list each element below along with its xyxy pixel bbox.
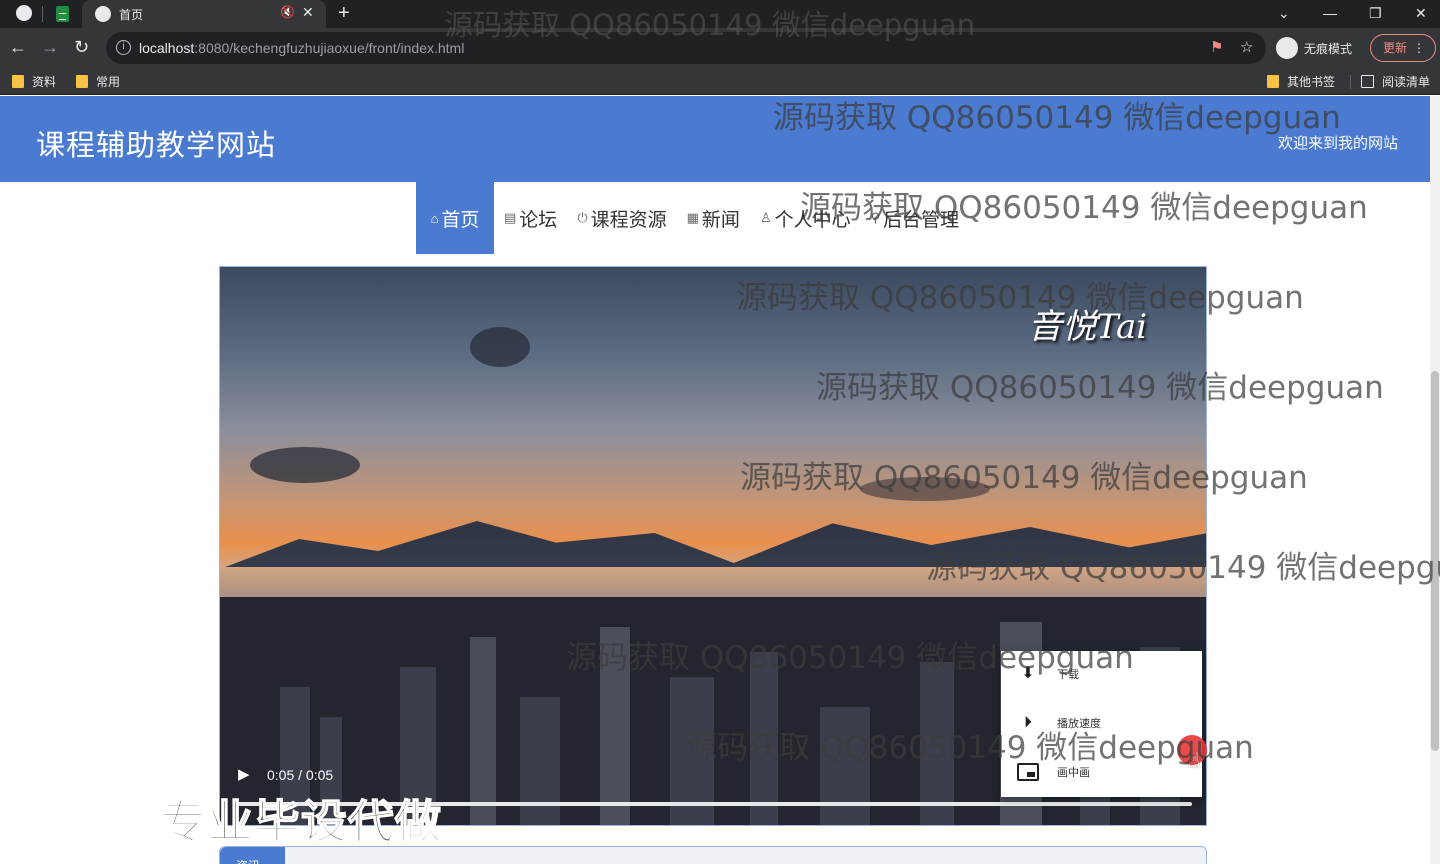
bookmark-star-icon[interactable]: ☆ xyxy=(1240,38,1253,56)
nav-label: 论坛 xyxy=(519,209,558,231)
back-icon[interactable]: ← xyxy=(9,36,27,58)
nav-item-home[interactable]: ⌂ 首页 xyxy=(416,182,494,254)
news-icon: ▦ xyxy=(686,210,699,225)
bookmark-label: 阅读清单 xyxy=(1382,75,1431,89)
folder-icon xyxy=(12,75,24,88)
bookmark-label: 其他书签 xyxy=(1287,75,1336,89)
video-cloud xyxy=(470,327,530,367)
menu-icon[interactable]: ⋮ xyxy=(1413,35,1425,61)
browser-tab-active[interactable]: 首页 🔇 ✕ xyxy=(82,0,326,28)
watermark-text: 源码获取 QQ86050149 微信deepguan xyxy=(686,730,1254,766)
watermark-text: 源码获取 QQ86050149 微信deepguan xyxy=(736,280,1304,316)
watermark-text: 源码获取 QQ86050149 微信deepguan xyxy=(740,460,1308,496)
watermark-text: 源码获取 QQ86050149 微信deepguan xyxy=(926,550,1440,586)
watermark-text: 源码获取 QQ86050149 微信deepguan xyxy=(444,8,976,42)
incognito-icon xyxy=(1276,37,1298,59)
sheets-icon[interactable] xyxy=(56,6,69,22)
bookmark-label: 资料 xyxy=(32,75,57,89)
folder-icon xyxy=(1267,75,1279,88)
play-icon[interactable]: ▶ xyxy=(238,765,250,783)
home-icon: ⌂ xyxy=(430,210,439,226)
user-icon: ♙ xyxy=(759,210,772,225)
site-info-icon[interactable]: i xyxy=(116,40,131,55)
watermark-text: 源码获取 QQ86050149 微信deepguan xyxy=(800,190,1368,226)
promo-overlay-text: 专业毕设代做 xyxy=(159,794,442,850)
new-tab-button[interactable]: + xyxy=(338,0,350,26)
forward-icon[interactable]: → xyxy=(41,36,59,58)
incognito-indicator[interactable]: 无痕模式 xyxy=(1276,34,1352,62)
blocked-icon[interactable]: ⚑ xyxy=(1210,38,1223,56)
globe-icon xyxy=(95,6,111,22)
watermark-text: 源码获取 QQ86050149 微信deepguan xyxy=(773,100,1341,136)
tab-title: 首页 xyxy=(119,8,144,22)
other-bookmarks[interactable]: 其他书签 xyxy=(1267,73,1335,90)
update-button[interactable]: 更新 ⋮ xyxy=(1370,34,1436,62)
nav-label: 首页 xyxy=(441,209,480,231)
site-title: 课程辅助教学网站 xyxy=(36,130,277,162)
watermark-text: 源码获取 QQ86050149 微信deepguan xyxy=(816,370,1384,406)
nav-label: 课程资源 xyxy=(590,209,667,231)
video-time: 0:05 / 0:05 xyxy=(267,767,334,783)
minimize-button[interactable]: — xyxy=(1323,0,1337,26)
tab-separator xyxy=(42,6,43,22)
bookmark-folder[interactable]: 常用 xyxy=(76,73,120,90)
nav-item-resources[interactable]: ⏻ 课程资源 xyxy=(567,182,676,254)
watermark-text: 源码获取 QQ86050149 微信deepguan xyxy=(566,640,1134,676)
restore-button[interactable]: ❐ xyxy=(1369,0,1382,26)
resources-icon: ⏻ xyxy=(577,210,588,225)
nav-item-news[interactable]: ▦ 新闻 xyxy=(677,182,750,254)
close-window-button[interactable]: ✕ xyxy=(1415,0,1427,26)
bookmarks-bar: 资料 常用 其他书签 阅读清单 xyxy=(0,68,1440,95)
url-text[interactable]: localhost:8080/kechengfuzhujiaoxue/front… xyxy=(139,40,464,56)
reading-list-icon xyxy=(1361,75,1374,88)
reload-icon[interactable]: ↻ xyxy=(74,36,89,58)
folder-icon xyxy=(76,75,88,88)
forum-icon: ▤ xyxy=(504,210,517,225)
bookmark-separator xyxy=(1350,75,1351,89)
video-cloud xyxy=(250,447,360,483)
tab-search-icon[interactable]: ⌄ xyxy=(1278,0,1290,26)
bookmark-folder[interactable]: 资料 xyxy=(12,73,56,90)
nav-label: 新闻 xyxy=(701,209,740,231)
tab-close-icon[interactable]: ✕ xyxy=(302,4,314,21)
page-scrollbar[interactable] xyxy=(1430,96,1440,864)
bookmark-label: 常用 xyxy=(96,75,121,89)
mute-icon[interactable]: 🔇 xyxy=(280,5,295,19)
nav-item-forum[interactable]: ▤ 论坛 xyxy=(494,182,567,254)
update-label: 更新 xyxy=(1383,41,1408,55)
incognito-label: 无痕模式 xyxy=(1304,41,1353,56)
reading-list[interactable]: 阅读清单 xyxy=(1361,73,1430,90)
globe-icon[interactable] xyxy=(16,5,32,21)
